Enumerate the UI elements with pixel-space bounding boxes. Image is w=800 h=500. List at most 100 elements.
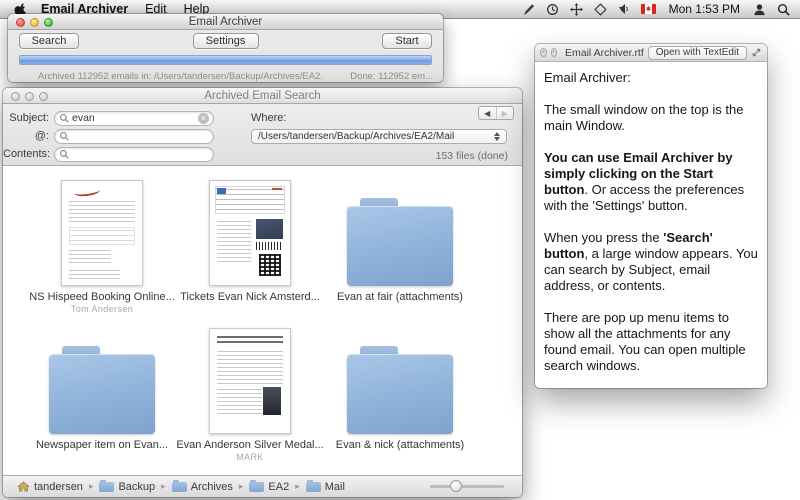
- file-icon-box: [347, 174, 453, 286]
- minimize-button[interactable]: [30, 18, 39, 27]
- slider-knob[interactable]: [450, 480, 462, 492]
- file-item[interactable]: Evan & nick (attachments): [319, 322, 481, 451]
- folder-icon: [347, 346, 453, 434]
- search-field-row: Subject: evan ×: [3, 110, 214, 126]
- history-segmented-control: ◀ ▶: [478, 106, 514, 120]
- start-button[interactable]: Start: [382, 33, 432, 49]
- path-label: Archives: [191, 481, 233, 493]
- field-label: @:: [3, 130, 49, 142]
- folder-icon: [172, 482, 187, 492]
- search-input[interactable]: [54, 147, 214, 162]
- email-archiver-window: Email Archiver Search Settings Start Arc…: [8, 14, 443, 82]
- file-item[interactable]: Tickets Evan Nick Amsterd...: [169, 174, 331, 303]
- time-machine-icon[interactable]: [546, 3, 559, 16]
- archive-status-text: Archived 112952 emails in: /Users/tander…: [38, 71, 323, 82]
- zoom-button[interactable]: [39, 92, 48, 101]
- fullscreen-icon[interactable]: [751, 47, 762, 58]
- file-name: Evan & nick (attachments): [336, 439, 464, 451]
- document-text: Email Archiver:The small window on the t…: [535, 63, 767, 388]
- clear-icon[interactable]: ×: [198, 113, 209, 124]
- file-icon-box: [49, 322, 155, 434]
- forward-button[interactable]: ▶: [496, 107, 514, 119]
- path-item-ea2[interactable]: EA2: [249, 481, 289, 493]
- files-count-text: 153 files (done): [436, 150, 508, 162]
- close-button[interactable]: [11, 92, 20, 101]
- search-button[interactable]: Search: [19, 33, 79, 49]
- zoom-button[interactable]: [44, 18, 53, 27]
- settings-button[interactable]: Settings: [193, 33, 259, 49]
- search-input-value: evan: [72, 112, 95, 124]
- where-value: /Users/tandersen/Backup/Archives/EA2/Mai…: [258, 131, 454, 142]
- path-item-mail[interactable]: Mail: [306, 481, 345, 493]
- home-icon: [17, 481, 30, 492]
- close-icon[interactable]: ×: [540, 48, 547, 57]
- search-field-row: Contents:: [3, 146, 214, 162]
- field-label: Contents:: [3, 148, 49, 160]
- file-item[interactable]: Newspaper item on Evan...: [21, 322, 183, 451]
- status-menus: Mon 1:53 PM: [522, 2, 790, 16]
- search-field-row: @:: [3, 128, 214, 144]
- paragraph: The small window on the top is the main …: [544, 102, 758, 134]
- path-item-backup[interactable]: Backup: [99, 481, 155, 493]
- paragraph: There are pop up menu items to show all …: [544, 310, 758, 374]
- field-label: Subject:: [3, 112, 49, 124]
- crumb-separator: ▸: [161, 481, 166, 492]
- open-with-textedit-button[interactable]: Open with TextEdit: [648, 46, 747, 60]
- accessibility-icon[interactable]: [570, 3, 583, 16]
- spotlight-icon[interactable]: [777, 3, 790, 16]
- file-name: Newspaper item on Evan...: [36, 439, 168, 451]
- where-dropdown[interactable]: /Users/tandersen/Backup/Archives/EA2/Mai…: [251, 129, 507, 144]
- add-icon[interactable]: +: [551, 48, 558, 57]
- folder-icon: [347, 198, 453, 286]
- path-item-archives[interactable]: Archives: [172, 481, 233, 493]
- user-icon[interactable]: [753, 3, 766, 16]
- search-input[interactable]: [54, 129, 214, 144]
- quicklook-titlebar[interactable]: × + Email Archiver.rtf Open with TextEdi…: [535, 44, 767, 62]
- pen-icon[interactable]: [522, 3, 535, 16]
- path-bar: tandersen▸Backup▸Archives▸EA2▸Mail: [3, 475, 522, 497]
- folder-icon: [99, 482, 114, 492]
- path-label: Mail: [325, 481, 345, 493]
- spaces-icon[interactable]: [594, 3, 607, 16]
- where-label: Where:: [251, 112, 286, 124]
- crumb-separator: ▸: [239, 481, 244, 492]
- icon-size-slider[interactable]: [430, 485, 504, 488]
- file-icon-box: [347, 322, 453, 434]
- file-item[interactable]: NS Hispeed Booking Online...Tom Andersen: [21, 174, 183, 314]
- canada-flag-icon[interactable]: [641, 4, 656, 14]
- folder-icon: [249, 482, 264, 492]
- window-title: Email Archiver: [8, 14, 443, 30]
- document-thumbnail: [61, 180, 143, 286]
- close-button[interactable]: [16, 18, 25, 27]
- file-name: Evan at fair (attachments): [337, 291, 463, 303]
- volume-icon[interactable]: [618, 3, 630, 15]
- file-icon-box: [61, 174, 143, 286]
- search-titlebar[interactable]: Archived Email Search: [3, 88, 522, 104]
- paragraph: When you press the 'Search' button, a la…: [544, 230, 758, 294]
- search-input[interactable]: evan ×: [54, 111, 214, 126]
- path-item-tandersen[interactable]: tandersen: [17, 481, 83, 493]
- back-button[interactable]: ◀: [479, 107, 496, 119]
- quicklook-window: × + Email Archiver.rtf Open with TextEdi…: [535, 44, 767, 388]
- progress-bar: [19, 55, 432, 65]
- minimize-button[interactable]: [25, 92, 34, 101]
- menu-clock[interactable]: Mon 1:53 PM: [669, 2, 740, 16]
- file-name: NS Hispeed Booking Online...: [29, 291, 175, 303]
- archiver-titlebar[interactable]: Email Archiver: [8, 14, 443, 30]
- progress-fill: [20, 56, 431, 64]
- document-thumbnail: [209, 328, 291, 434]
- search-icon: [59, 149, 70, 160]
- file-item[interactable]: Evan at fair (attachments): [319, 174, 481, 303]
- done-count-text: Done: 112952 em...: [350, 71, 433, 82]
- file-name: Tickets Evan Nick Amsterd...: [180, 291, 320, 303]
- file-icon-box: [209, 174, 291, 286]
- folder-icon: [49, 346, 155, 434]
- desktop: Email Archiver EditHelp Mon 1:53 PM Emai…: [0, 0, 800, 500]
- file-subtitle: MARK: [236, 452, 264, 462]
- paragraph: You can use Email Archiver by simply cli…: [544, 150, 758, 214]
- crumb-separator: ▸: [89, 481, 94, 492]
- path-label: EA2: [268, 481, 289, 493]
- document-title: Email Archiver.rtf: [565, 47, 644, 59]
- file-item[interactable]: Evan Anderson Silver Medal...MARK: [169, 322, 331, 462]
- search-form: Subject: evan × @: Contents: Where: /Users/t…: [3, 104, 522, 166]
